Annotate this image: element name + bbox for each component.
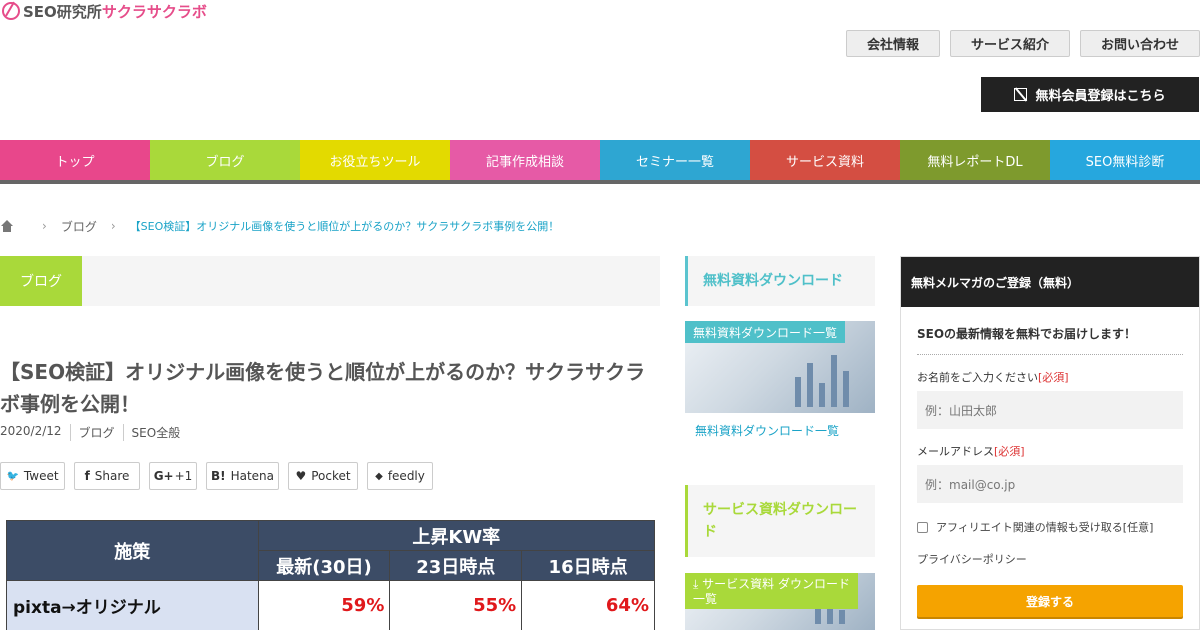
post-category[interactable]: ブログ bbox=[69, 424, 123, 441]
register-button[interactable]: 登録する bbox=[917, 585, 1183, 617]
newsletter-intro: SEOの最新情報を無料でお届けします！ bbox=[917, 325, 1183, 355]
banner-graphic bbox=[839, 610, 845, 624]
nav-item-report[interactable]: 無料レポートDL bbox=[900, 140, 1050, 180]
chevron-right-icon: › bbox=[42, 219, 47, 233]
newsletter-title: 無料メルマガのご登録（無料） bbox=[901, 257, 1199, 307]
logo-mark-icon bbox=[2, 2, 20, 20]
global-nav: トップ ブログ お役立ちツール 記事作成相談 セミナー一覧 サービス資料 無料レ… bbox=[0, 140, 1200, 180]
google-plus-icon: G+ bbox=[153, 469, 174, 483]
widget-title-line: ド bbox=[703, 524, 717, 540]
share-label: Hatena bbox=[230, 469, 275, 483]
banner-graphic bbox=[831, 355, 837, 407]
share-label: +1 bbox=[174, 469, 193, 483]
required-badge: [必須] bbox=[994, 445, 1025, 458]
nav-divider bbox=[0, 180, 1200, 184]
breadcrumb-current: 【SEO検証】オリジナル画像を使うと順位が上がるのか？サクラサクラボ事例を公開！ bbox=[129, 220, 560, 233]
pocket-button[interactable]: ♥ Pocket bbox=[288, 462, 358, 490]
article-title: 【SEO検証】オリジナル画像を使うと順位が上がるのか？サクラサクラボ事例を公開！ bbox=[0, 360, 646, 416]
free-docs-link[interactable]: 無料資料ダウンロード一覧 bbox=[695, 422, 839, 439]
widget-title-service-docs: サービス資料ダウンロー ド bbox=[685, 485, 875, 557]
nav-item-writing[interactable]: 記事作成相談 bbox=[450, 140, 600, 180]
home-icon[interactable] bbox=[0, 220, 14, 232]
category-bar: ブログ bbox=[0, 256, 660, 306]
twitter-icon: 🐦 bbox=[6, 470, 19, 482]
feedly-button[interactable]: ◆ feedly bbox=[367, 462, 433, 490]
banner-label: ⤓ サービス資料 ダウンロード 一覧 bbox=[685, 573, 858, 609]
banner-label-line: サービス資料 ダウンロード bbox=[702, 577, 850, 591]
facebook-share-button[interactable]: f Share bbox=[74, 462, 140, 490]
newsletter-widget: 無料メルマガのご登録（無料） SEOの最新情報を無料でお届けします！ お名前をご… bbox=[900, 256, 1200, 630]
table-column-header: 23日時点 bbox=[389, 550, 523, 581]
table-cell: 55% bbox=[389, 580, 523, 630]
nav-item-blog[interactable]: ブログ bbox=[150, 140, 300, 180]
banner-label: 無料資料ダウンロード一覧 bbox=[685, 321, 846, 343]
free-docs-banner[interactable]: 無料資料ダウンロード一覧 bbox=[685, 321, 875, 413]
banner-graphic bbox=[795, 377, 801, 407]
nav-item-seminar[interactable]: セミナー一覧 bbox=[600, 140, 750, 180]
affiliate-checkbox[interactable] bbox=[917, 521, 928, 533]
signup-label: 無料会員登録はこちら bbox=[1035, 89, 1166, 104]
facebook-icon: f bbox=[84, 469, 90, 483]
share-label: Tweet bbox=[23, 469, 59, 483]
pocket-icon: ♥ bbox=[295, 469, 307, 483]
required-badge: [必須] bbox=[1038, 371, 1069, 384]
logo-text-brand: サクラサクラボ bbox=[101, 2, 207, 21]
nav-item-service-docs[interactable]: サービス資料 bbox=[750, 140, 900, 180]
name-input[interactable]: 例：山田太郎 bbox=[917, 391, 1183, 429]
article-meta: 2020/2/12 ブログ SEO全般 bbox=[0, 424, 188, 441]
banner-graphic bbox=[819, 383, 825, 407]
chevron-right-icon: › bbox=[110, 219, 116, 233]
banner-graphic bbox=[807, 363, 813, 407]
share-label: feedly bbox=[387, 469, 425, 483]
email-input[interactable]: 例：mail@co.jp bbox=[917, 465, 1183, 503]
table-corner-header: 施策 bbox=[6, 520, 259, 581]
hatena-icon: B! bbox=[210, 469, 226, 483]
share-label: Share bbox=[94, 469, 130, 483]
hatena-button[interactable]: B! Hatena bbox=[206, 462, 279, 490]
name-label-text: お名前をご入力ください bbox=[917, 371, 1038, 384]
table-cell: 59% bbox=[257, 580, 391, 630]
google-plus-button[interactable]: G+ +1 bbox=[149, 462, 197, 490]
download-icon: ⤓ bbox=[693, 577, 703, 591]
table-group-header: 上昇KW率 bbox=[257, 520, 656, 551]
name-label: お名前をご入力ください[必須] bbox=[917, 369, 1183, 385]
nav-item-tools[interactable]: お役立ちツール bbox=[300, 140, 450, 180]
post-date: 2020/2/12 bbox=[0, 424, 62, 438]
table-column-header: 16日時点 bbox=[521, 550, 655, 581]
site-logo[interactable]: SEO研究所 サクラサクラボ bbox=[2, 0, 207, 22]
widget-title-free-docs: 無料資料ダウンロード bbox=[685, 256, 875, 306]
free-signup-button[interactable]: 無料会員登録はこちら bbox=[981, 77, 1199, 112]
nav-item-top[interactable]: トップ bbox=[0, 140, 150, 180]
table-cell: 64% bbox=[521, 580, 655, 630]
privacy-policy-link[interactable]: プライバシーポリシー bbox=[917, 551, 1183, 567]
banner-graphic bbox=[843, 371, 849, 407]
affiliate-checkbox-row[interactable]: アフィリエイト関連の情報も受け取る[任意] bbox=[917, 519, 1183, 535]
banner-label-line: 一覧 bbox=[693, 592, 718, 606]
feedly-icon: ◆ bbox=[375, 470, 383, 482]
email-label: メールアドレス[必須] bbox=[917, 443, 1183, 459]
services-button[interactable]: サービス紹介 bbox=[950, 30, 1070, 57]
nav-item-diagnosis[interactable]: SEO無料診断 bbox=[1050, 140, 1200, 180]
kw-rate-table: 施策 上昇KW率 最新(30日) 23日時点 16日時点 pixta→オリジナル… bbox=[6, 520, 656, 630]
logo-text: SEO研究所 bbox=[23, 2, 102, 21]
table-column-header: 最新(30日) bbox=[257, 550, 391, 581]
category-label[interactable]: ブログ bbox=[0, 256, 82, 306]
email-label-text: メールアドレス bbox=[917, 445, 994, 458]
pencil-icon bbox=[1014, 88, 1028, 101]
service-docs-banner[interactable]: ⤓ サービス資料 ダウンロード 一覧 bbox=[685, 573, 875, 630]
contact-button[interactable]: お問い合わせ bbox=[1080, 30, 1200, 57]
table-row-label: pixta→オリジナル bbox=[6, 580, 259, 630]
affiliate-label: アフィリエイト関連の情報も受け取る[任意] bbox=[936, 521, 1154, 534]
share-label: Pocket bbox=[311, 469, 351, 483]
breadcrumb-blog[interactable]: ブログ bbox=[61, 218, 97, 235]
company-info-button[interactable]: 会社情報 bbox=[846, 30, 940, 57]
post-category[interactable]: SEO全般 bbox=[122, 424, 189, 441]
table-row: pixta→オリジナル 59% 55% 64% bbox=[6, 580, 655, 630]
breadcrumb: › ブログ › 【SEO検証】オリジナル画像を使うと順位が上がるのか？サクラサク… bbox=[0, 218, 559, 234]
widget-title-line: サービス資料ダウンロー bbox=[703, 502, 857, 518]
tweet-button[interactable]: 🐦 Tweet bbox=[0, 462, 65, 490]
